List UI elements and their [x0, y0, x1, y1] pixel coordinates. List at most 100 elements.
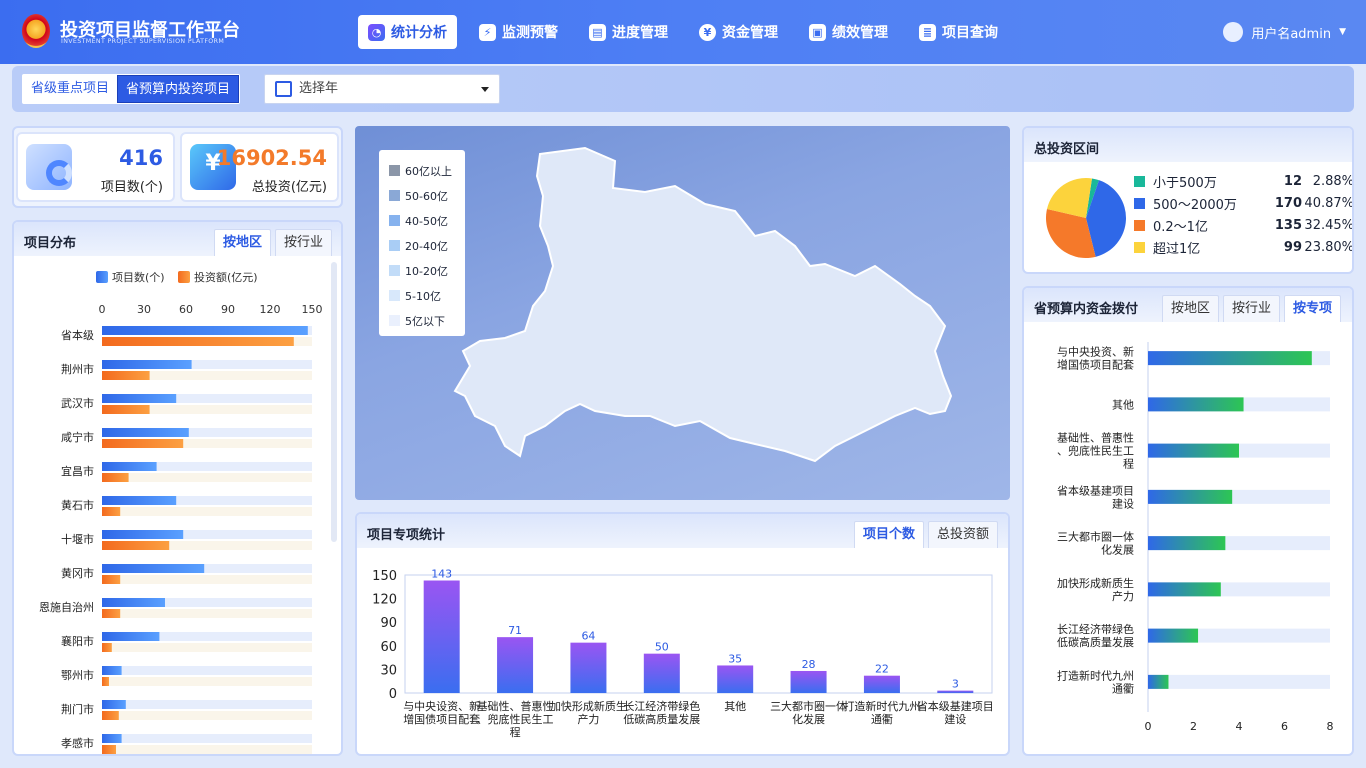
panel-title: 项目专项统计: [367, 528, 446, 543]
bar-project-count: [102, 598, 165, 607]
x-tick-label: 90: [221, 303, 235, 316]
bar-investment: [102, 643, 112, 652]
legend-swatch: [389, 315, 400, 326]
category-label: 宜昌市: [61, 464, 94, 478]
bar-project-count: [102, 428, 189, 437]
legend-label-investment: 投资额(亿元): [194, 270, 258, 284]
bar-investment: [102, 575, 121, 584]
bar-project-count: [102, 462, 157, 471]
bar: [1148, 351, 1312, 366]
segment-provincial-budget-projects[interactable]: 省预算内投资项目: [117, 75, 240, 103]
category-label: 加快形成新质生: [1057, 576, 1134, 590]
bar-investment: [102, 473, 129, 482]
panel-title: 省预算内资金拨付: [1034, 302, 1139, 317]
tab-by-industry[interactable]: 按行业: [275, 229, 333, 256]
category-label: 化发展: [792, 712, 825, 726]
nav-stats-analysis[interactable]: ◔ 统计分析: [358, 15, 457, 49]
category-label: 与中央设资、新: [403, 699, 480, 713]
nav-progress-management[interactable]: ▤ 进度管理: [589, 15, 668, 49]
user-menu[interactable]: 用户名admin ▼: [1223, 22, 1346, 42]
legend-item: 60亿以上: [389, 158, 465, 183]
platform-subtitle: INVESTMENT PROJECT SUPERVISION PLATFORM: [61, 38, 225, 45]
nav-project-query[interactable]: ≣ 项目查询: [919, 15, 998, 49]
bar-investment: [102, 439, 184, 448]
distribution-bar-chart: 项目数(个) 投资额(亿元) 0 30 60 90 120 150 省本级荆州市武汉市咸宁市宜昌…: [39, 270, 323, 754]
bar: [643, 653, 680, 693]
bar-track: [1148, 674, 1330, 689]
category-label: 三大都市圈一体: [1057, 530, 1134, 544]
data-label: 143: [431, 568, 452, 581]
bar-project-count: [102, 564, 205, 573]
x-tick-label: 2: [1190, 720, 1197, 733]
progress-doc-icon: ▤: [589, 23, 606, 41]
x-tick-label: 0: [1145, 720, 1152, 733]
tab-total-investment[interactable]: 总投资额: [928, 521, 999, 548]
y-tick-label: 120: [372, 593, 397, 608]
tab-project-count[interactable]: 项目个数: [854, 521, 925, 548]
pie-legend-row: 小于500万 12 2.88%: [1134, 170, 1352, 192]
tab-by-region[interactable]: 按地区: [1162, 295, 1220, 322]
legend-item: 10-20亿: [389, 258, 465, 283]
x-tick-label: 8: [1327, 720, 1334, 733]
data-label: 22: [875, 663, 889, 676]
bar: [1148, 443, 1239, 458]
category-label: 长江经济带绿色: [623, 699, 700, 713]
bar-track: [102, 677, 312, 686]
year-select[interactable]: 选择年: [264, 74, 500, 104]
y-tick-label: 150: [372, 569, 397, 584]
special-tabs: 项目个数 总投资额: [854, 521, 999, 548]
bar-investment: [102, 711, 119, 720]
legend-swatch: [389, 290, 400, 301]
category-label: 与中央投资、新: [1057, 345, 1134, 359]
category-label: 、兜底性民生工: [477, 712, 554, 726]
category-label: 通衢: [1112, 682, 1134, 695]
bar-project-count: [102, 734, 122, 743]
bar-track: [102, 734, 312, 743]
y-tick-label: 90: [380, 616, 397, 631]
legend-swatch: [389, 190, 400, 201]
tab-by-region[interactable]: 按地区: [214, 229, 272, 256]
legend-swatch: [389, 165, 400, 176]
legend-label-project-count: 项目数(个): [112, 271, 165, 284]
nav-monitoring-alert[interactable]: ⚡ 监测预警: [479, 15, 558, 49]
category-label: 长江经济带绿色: [1057, 622, 1134, 636]
investment-range-panel: 总投资区间 小于500万 12 2.88% 500～2000万 170 40.87% 0…: [1022, 126, 1354, 274]
category-label: 建设: [1112, 496, 1134, 510]
special-statistics-panel: 项目专项统计 项目个数 总投资额 0 30 60 90 120 150 143 与中央设资、新…: [355, 512, 1010, 756]
bar: [1148, 628, 1199, 643]
caret-down-icon: ▼: [1339, 27, 1346, 37]
province-outline[interactable]: [453, 146, 953, 463]
category-label: 程: [1123, 458, 1134, 471]
user-avatar-icon: [1223, 22, 1244, 42]
bar-investment: [102, 405, 150, 414]
bar-chart-icon: [26, 144, 72, 190]
bar-project-count: [102, 666, 122, 675]
tab-by-special[interactable]: 按专项: [1284, 295, 1342, 322]
legend-item: 50-60亿: [389, 183, 465, 208]
category-label: 省本级基建项目: [917, 699, 994, 713]
data-label: 35: [728, 652, 742, 665]
category-label: 产力: [577, 712, 599, 726]
bar: [1148, 536, 1226, 551]
bar-investment: [102, 371, 150, 380]
bar: [570, 642, 607, 693]
bar: [790, 670, 827, 693]
bar: [863, 675, 900, 693]
segment-provincial-key-projects[interactable]: 省级重点项目: [23, 75, 117, 103]
data-label: 50: [655, 641, 669, 654]
pie-chart-icon: ◔: [368, 23, 385, 41]
legend-swatch: [389, 265, 400, 276]
budget-funding-panel: 省预算内资金拨付 按地区 按行业 按专项 0 2 4 6 8 与中央投资、新 增国债项目配套…: [1022, 286, 1354, 756]
category-label: 荆门市: [61, 702, 94, 716]
bar-track: [102, 666, 312, 675]
category-label: 省本级: [61, 328, 94, 342]
calendar-icon: [275, 81, 292, 97]
x-tick-label: 6: [1281, 720, 1288, 733]
bar-track: [102, 700, 312, 709]
x-tick-label: 150: [302, 303, 323, 316]
nav-fund-management[interactable]: ¥ 资金管理: [699, 15, 778, 49]
nav-performance-management[interactable]: ▣ 绩效管理: [809, 15, 888, 49]
bar-investment: [102, 609, 121, 618]
tab-by-industry[interactable]: 按行业: [1223, 295, 1281, 322]
category-label: 襄阳市: [61, 634, 94, 648]
